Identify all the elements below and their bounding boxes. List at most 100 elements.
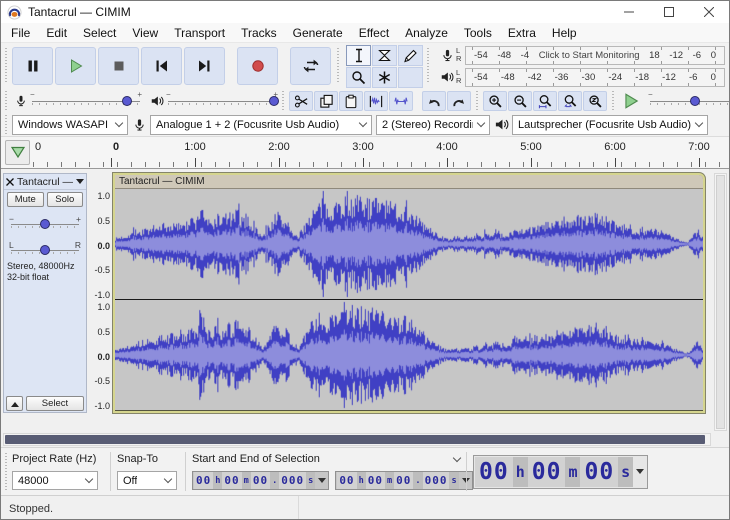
time-unit[interactable]: s [306, 472, 315, 489]
time-digits[interactable]: 00 [528, 457, 566, 487]
time-unit[interactable]: h [213, 472, 222, 489]
menu-item-effect[interactable]: Effect [351, 23, 397, 43]
meter-toolbar-grip[interactable] [426, 48, 431, 85]
stop-button[interactable] [98, 47, 139, 85]
time-unit[interactable]: . [270, 472, 279, 489]
timeline-ruler[interactable]: 0 01:002:003:004:005:006:007:00 [1, 137, 729, 169]
horizontal-scrollbar[interactable] [3, 433, 711, 446]
menu-item-extra[interactable]: Extra [500, 23, 544, 43]
tools-toolbar-grip[interactable] [336, 48, 341, 85]
fit-project-button[interactable] [558, 91, 582, 111]
vertical-scrollbar-thumb[interactable] [716, 175, 725, 429]
zoom-toolbar-grip[interactable] [475, 91, 480, 110]
mixer-toolbar-grip[interactable] [4, 91, 9, 110]
solo-button[interactable]: Solo [47, 192, 84, 207]
copy-button[interactable] [314, 91, 338, 111]
track-pan-thumb[interactable] [40, 245, 50, 255]
zoom-tool-button[interactable] [346, 67, 371, 88]
play-at-speed-toolbar-grip[interactable] [611, 91, 616, 110]
menu-item-tracks[interactable]: Tracks [233, 23, 285, 43]
track-select-button[interactable]: Select [26, 396, 84, 411]
time-digits[interactable]: 00 [366, 472, 385, 489]
recording-meter[interactable]: LR -54-48-4Click to Start Monitoring18-1… [438, 45, 725, 65]
menu-item-analyze[interactable]: Analyze [397, 23, 456, 43]
multi-tool-button[interactable] [372, 67, 397, 88]
maximize-button[interactable] [649, 1, 689, 23]
play-at-speed-button[interactable] [619, 91, 643, 111]
menu-item-generate[interactable]: Generate [285, 23, 351, 43]
time-unit[interactable]: h [513, 457, 528, 487]
time-unit[interactable]: h [357, 472, 366, 489]
snap-to-select[interactable]: Off [117, 471, 177, 490]
track-close-button[interactable] [6, 178, 14, 186]
transport-toolbar-grip[interactable] [4, 48, 9, 85]
play-speed-slider[interactable]: − + [648, 94, 730, 108]
audio-host-select[interactable]: Windows WASAPI [12, 115, 128, 135]
time-digits[interactable]: 00 [337, 472, 356, 489]
zoom-selection-button[interactable] [533, 91, 557, 111]
vertical-scrollbar[interactable] [714, 173, 727, 431]
recording-channels-select[interactable]: 2 (Stereo) Recording Chanı [376, 115, 490, 135]
menu-item-transport[interactable]: Transport [166, 23, 233, 43]
silence-audio-button[interactable] [389, 91, 413, 111]
waveform-channel-1[interactable] [115, 189, 703, 299]
time-unit[interactable]: s [449, 472, 458, 489]
menu-item-edit[interactable]: Edit [38, 23, 75, 43]
redo-button[interactable] [447, 91, 471, 111]
trim-audio-button[interactable] [364, 91, 388, 111]
undo-button[interactable] [422, 91, 446, 111]
zoom-in-button[interactable] [483, 91, 507, 111]
skip-to-start-button[interactable] [141, 47, 182, 85]
skip-to-end-button[interactable] [184, 47, 225, 85]
horizontal-scrollbar-thumb[interactable] [5, 435, 705, 444]
track-gain-thumb[interactable] [40, 219, 50, 229]
track-menu-icon[interactable] [76, 179, 84, 188]
menu-item-file[interactable]: File [3, 23, 38, 43]
envelope-tool-button[interactable] [372, 45, 397, 66]
recording-device-select[interactable]: Analogue 1 + 2 (Focusrite Usb Audio) [150, 115, 372, 135]
playback-meter[interactable]: LR -54-48-42-36-30-24-18-12-60 [438, 67, 725, 87]
recording-meter-scale[interactable]: -54-48-4Click to Start Monitoring18-12-6… [465, 46, 725, 65]
menu-item-help[interactable]: Help [544, 23, 585, 43]
mute-button[interactable]: Mute [7, 192, 44, 207]
menu-item-select[interactable]: Select [75, 23, 124, 43]
playback-meter-scale[interactable]: -54-48-42-36-30-24-18-12-60 [465, 68, 725, 87]
clip-title-bar[interactable]: Tantacrul — CIMIM [115, 175, 703, 189]
time-unit[interactable]: m [242, 472, 251, 489]
edit-toolbar-grip[interactable] [281, 91, 286, 110]
pause-button[interactable] [12, 47, 53, 85]
time-digits[interactable]: 00 [394, 472, 413, 489]
timeline-options-button[interactable] [5, 140, 30, 165]
time-unit[interactable]: . [413, 472, 422, 489]
time-digits[interactable]: 00 [222, 472, 241, 489]
collapse-track-button[interactable] [6, 396, 23, 411]
paste-button[interactable] [339, 91, 363, 111]
zoom-out-button[interactable] [508, 91, 532, 111]
time-unit[interactable]: m [385, 472, 394, 489]
record-button[interactable] [237, 47, 278, 85]
time-digits[interactable]: 000 [279, 472, 306, 489]
dropdown-caret-icon[interactable] [318, 478, 326, 487]
close-button[interactable] [689, 1, 729, 23]
time-unit[interactable]: s [618, 457, 633, 487]
menu-item-tools[interactable]: Tools [456, 23, 500, 43]
selection-end-field[interactable]: 00h00m00.000s [335, 471, 472, 490]
dropdown-caret-icon[interactable] [636, 469, 644, 478]
time-digits[interactable]: 00 [194, 472, 213, 489]
selection-toolbar-grip[interactable] [4, 453, 9, 491]
selection-tool-button[interactable] [346, 45, 371, 66]
menu-item-view[interactable]: View [124, 23, 166, 43]
selection-range-select[interactable]: Start and End of Selection [192, 453, 460, 465]
time-digits[interactable]: 00 [580, 457, 618, 487]
time-digits[interactable]: 00 [475, 457, 513, 487]
play-button[interactable] [55, 47, 96, 85]
time-unit[interactable]: m [565, 457, 580, 487]
track-gain-slider[interactable]: − + [9, 217, 81, 231]
cut-button[interactable] [289, 91, 313, 111]
playback-volume-slider[interactable]: − + [166, 94, 278, 108]
waveform-channel-2[interactable] [115, 300, 703, 410]
time-digits[interactable]: 00 [251, 472, 270, 489]
selection-start-field[interactable]: 00h00m00.000s [192, 471, 329, 490]
draw-tool-button[interactable] [398, 45, 423, 66]
zoom-toggle-button[interactable] [583, 91, 607, 111]
